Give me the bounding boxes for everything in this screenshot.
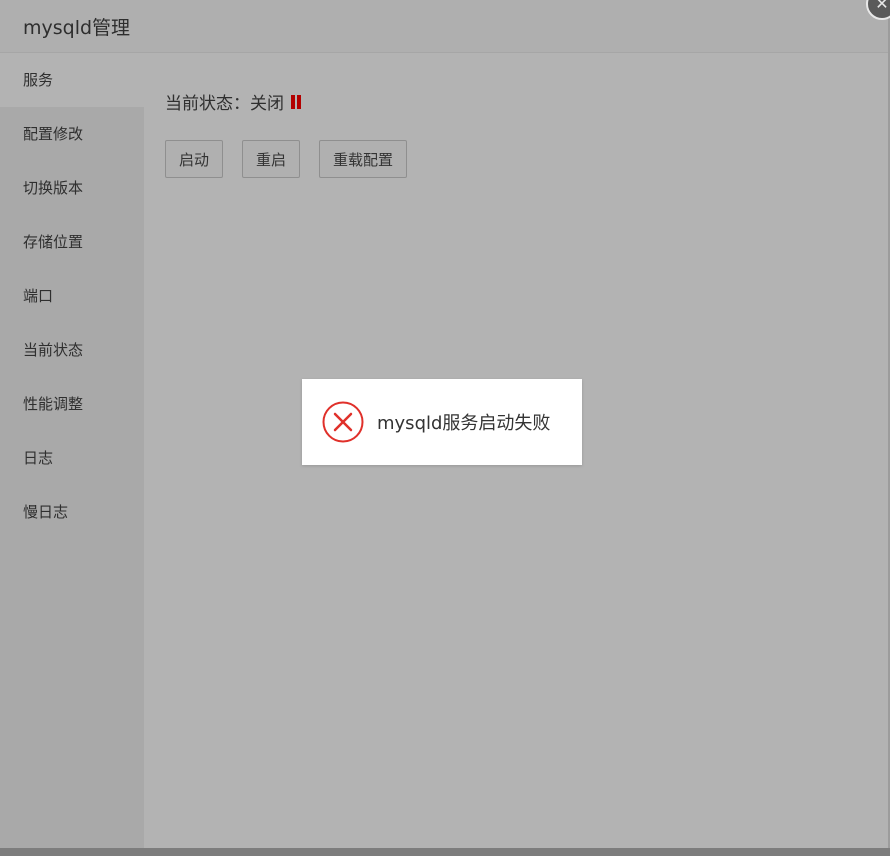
title-bar: mysqld管理: [0, 0, 888, 53]
sidebar-item-current-status[interactable]: 当前状态: [0, 323, 144, 377]
reload-config-button[interactable]: 重载配置: [319, 140, 408, 178]
sidebar: 服务 配置修改 切换版本 存储位置 端口 当前状态 性能调整 日志 慢日志: [0, 53, 144, 848]
toast-message: mysqld服务启动失败: [377, 413, 551, 434]
service-status: 当前状态：关闭: [165, 89, 302, 114]
sidebar-item-port[interactable]: 端口: [0, 269, 144, 323]
pause-icon: [291, 94, 302, 109]
sidebar-item-config-edit[interactable]: 配置修改: [0, 107, 144, 161]
error-circle-icon: [322, 401, 364, 443]
start-button[interactable]: 启动: [165, 140, 224, 178]
restart-button[interactable]: 重启: [242, 140, 301, 178]
sidebar-item-slow-log[interactable]: 慢日志: [0, 485, 144, 539]
sidebar-item-log[interactable]: 日志: [0, 431, 144, 485]
sidebar-item-performance-tuning[interactable]: 性能调整: [0, 377, 144, 431]
service-status-text: 当前状态：关闭: [165, 94, 284, 114]
sidebar-item-storage-location[interactable]: 存储位置: [0, 215, 144, 269]
sidebar-item-service[interactable]: 服务: [0, 53, 144, 107]
window-bottom-border: [0, 848, 890, 856]
error-toast: mysqld服务启动失败: [302, 379, 582, 465]
service-actions: 启动 重启 重载配置: [165, 140, 426, 178]
sidebar-item-switch-version[interactable]: 切换版本: [0, 161, 144, 215]
window-title: mysqld管理: [23, 17, 131, 39]
